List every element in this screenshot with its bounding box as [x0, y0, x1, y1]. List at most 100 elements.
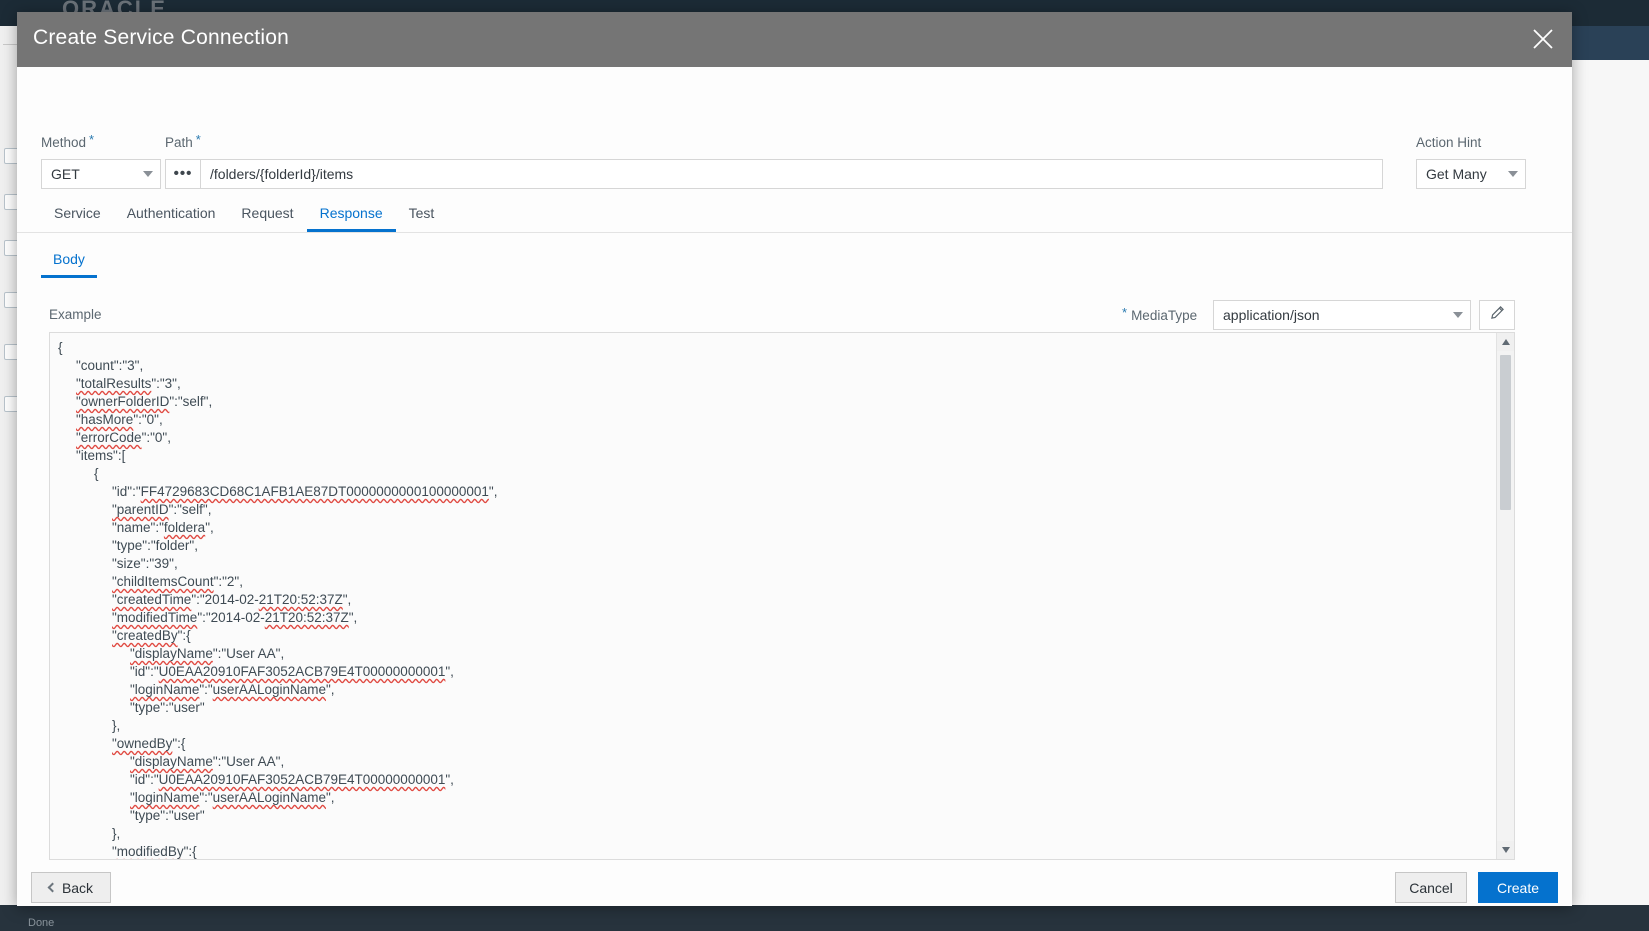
code-token-misspelled: "errorCode	[76, 430, 142, 445]
code-token: ",	[445, 664, 454, 679]
code-line: "createdTime":"2014-02-21T20:52:37Z",	[58, 591, 1494, 609]
chevron-down-icon	[1446, 301, 1470, 329]
tab-authentication[interactable]: Authentication	[114, 205, 229, 232]
code-line: "type":"folder",	[58, 537, 1494, 555]
code-token-misspelled: "displayName	[130, 754, 213, 769]
code-token: ":"2014-02-	[197, 610, 265, 625]
close-icon[interactable]	[1526, 22, 1560, 56]
ellipsis-icon: •••	[173, 165, 193, 182]
code-token-misspelled: "loginName	[130, 682, 200, 697]
chevron-left-icon	[47, 882, 58, 893]
code-token: "id":"	[112, 484, 141, 499]
app-bottom-bar	[0, 905, 1649, 931]
code-line: {	[58, 340, 63, 355]
code-content[interactable]: {"count":"3", "totalResults":"3", "ownerFo…	[50, 333, 1494, 859]
code-token: "size":"39",	[112, 556, 178, 571]
code-line: },	[58, 717, 1494, 735]
code-line: "loginName":"userAALoginName",	[58, 681, 1494, 699]
code-token-misspelled: userAALoginName	[212, 682, 326, 697]
code-line: "count":"3",	[58, 357, 1494, 375]
code-token: {	[94, 466, 99, 481]
method-label-text: Method	[41, 135, 87, 150]
code-token: },	[112, 718, 121, 733]
code-line: "size":"39",	[58, 555, 1494, 573]
code-line: "loginName":"userAALoginName",	[58, 789, 1494, 807]
method-label: Method *	[41, 132, 94, 150]
example-body-code-area[interactable]: {"count":"3", "totalResults":"3", "ownerFo…	[49, 332, 1515, 860]
code-line: },	[58, 825, 1494, 843]
code-token: ",	[488, 484, 498, 499]
cancel-button[interactable]: Cancel	[1395, 872, 1467, 903]
code-line: "hasMore":"0",	[58, 411, 1494, 429]
back-button[interactable]: Back	[31, 872, 111, 903]
code-line: "displayName":"User AA",	[58, 753, 1494, 771]
code-token: ":"2014-02-	[191, 592, 259, 607]
code-line: "modifiedTime":"2014-02-21T20:52:37Z",	[58, 609, 1494, 627]
code-token: ":"0",	[141, 430, 171, 445]
code-token-misspelled: "parentID	[112, 502, 169, 517]
code-token: ":"self",	[168, 502, 212, 517]
code-line: "type":"user"	[58, 807, 1494, 825]
code-token: ":"0",	[133, 412, 163, 427]
code-token: "id":"	[130, 664, 159, 679]
response-subtabs: Body	[41, 247, 97, 278]
code-token: ":"self",	[169, 394, 213, 409]
back-button-label: Back	[61, 879, 94, 896]
code-token: ",	[205, 520, 214, 535]
tab-test[interactable]: Test	[396, 205, 448, 232]
dialog-title-bar: Create Service Connection	[17, 12, 1572, 67]
path-label: Path *	[165, 132, 201, 150]
code-token-misspelled: U0EAA20910FAF3052ACB79E4T00000000001	[158, 772, 446, 787]
subtab-body[interactable]: Body	[41, 251, 97, 278]
code-token-misspelled: "totalResults	[76, 376, 152, 391]
mediatype-label-text: MediaType	[1131, 308, 1198, 323]
tab-service[interactable]: Service	[41, 205, 114, 232]
action-hint-select-value: Get Many	[1426, 166, 1487, 182]
path-required-asterisk: *	[195, 132, 201, 147]
code-token-misspelled: "modifiedTime	[112, 610, 198, 625]
scroll-up-arrow-icon[interactable]	[1497, 333, 1514, 351]
code-token-misspelled: "childItemsCount	[112, 574, 214, 589]
code-line: "id":"U0EAA20910FAF3052ACB79E4T000000000…	[58, 663, 1494, 681]
code-line: "totalResults":"3",	[58, 375, 1494, 393]
create-button[interactable]: Create	[1478, 872, 1558, 903]
code-token: ":{	[183, 844, 197, 859]
code-token: ":"User AA",	[212, 754, 285, 769]
path-more-options-button[interactable]: •••	[165, 159, 201, 189]
code-token-misspelled: "createdBy	[112, 628, 178, 643]
tab-request[interactable]: Request	[228, 205, 306, 232]
code-token: "type":"user"	[130, 700, 205, 715]
code-token: ":"3",	[151, 376, 181, 391]
code-token: ":"	[199, 682, 213, 697]
code-token: ":{	[172, 736, 186, 751]
code-token: ",	[326, 682, 335, 697]
main-tabs: Service Authentication Request Response …	[41, 201, 447, 232]
app-status-text: Done	[28, 917, 55, 929]
code-line: "ownedBy":{	[58, 735, 1494, 753]
code-token: "id":"	[130, 772, 159, 787]
code-line: "modifiedBy":{	[58, 843, 1494, 859]
edit-example-button[interactable]	[1479, 300, 1515, 330]
chevron-down-icon	[136, 160, 160, 188]
path-input[interactable]	[201, 159, 1383, 189]
example-label: Example	[49, 307, 102, 322]
code-token-misspelled: "ownerFolderID	[76, 394, 170, 409]
code-token-misspelled: userAALoginName	[212, 790, 326, 805]
code-token: ",	[445, 772, 454, 787]
dialog-body: Method* GET Path* ••• Action Hint Get Ma…	[17, 67, 1572, 906]
code-token-misspelled: "displayName	[130, 646, 213, 661]
scrollbar-thumb[interactable]	[1500, 355, 1511, 510]
scroll-down-arrow-icon[interactable]	[1497, 841, 1514, 859]
code-token: "count":"3",	[76, 358, 144, 373]
code-token: "type":"folder",	[112, 538, 198, 553]
code-vertical-scrollbar[interactable]	[1496, 333, 1514, 859]
mediatype-label: * MediaType	[1122, 305, 1198, 323]
pencil-icon	[1489, 305, 1505, 326]
path-label-text: Path	[165, 135, 193, 150]
method-select[interactable]: GET	[41, 159, 161, 189]
method-select-value: GET	[51, 166, 80, 182]
tab-response[interactable]: Response	[306, 205, 396, 232]
action-hint-select[interactable]: Get Many	[1416, 159, 1526, 189]
mediatype-select[interactable]: application/json	[1213, 300, 1471, 330]
code-token: ",	[348, 610, 358, 625]
